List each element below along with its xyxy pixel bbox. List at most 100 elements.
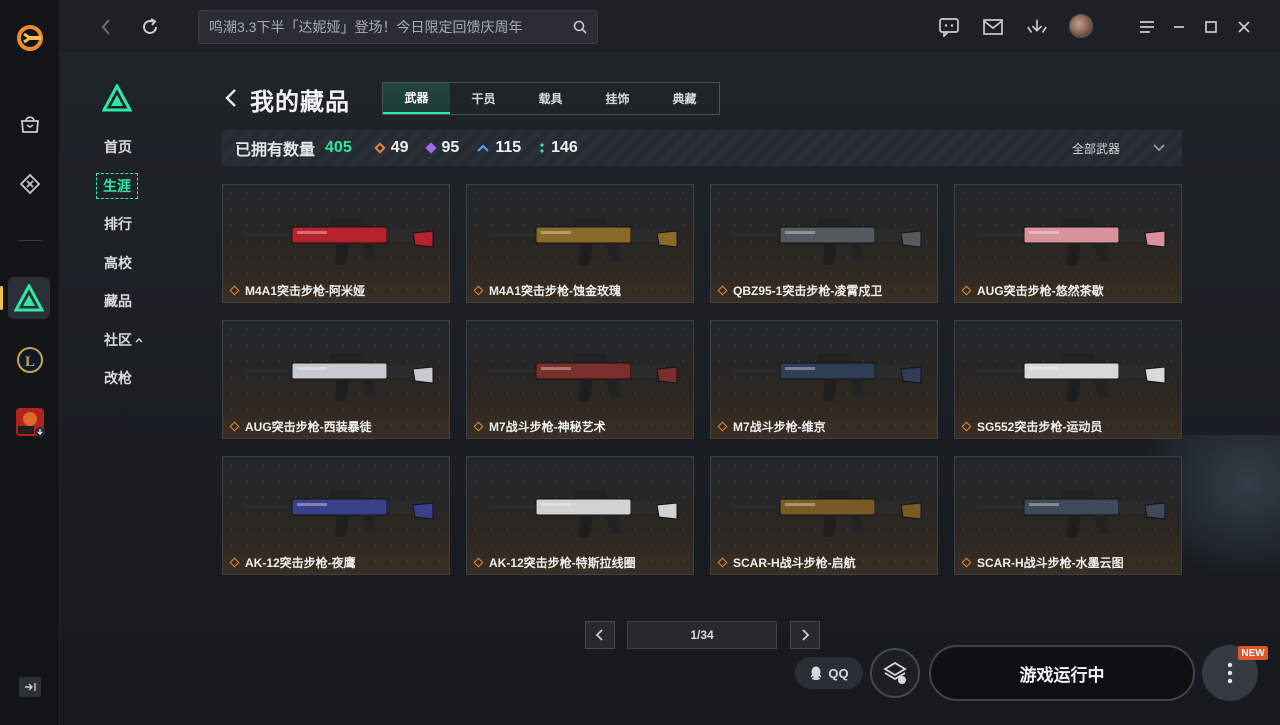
weapon-name: M4A1突击步枪-蚀金玫瑰 [489, 284, 622, 298]
weapon-image [733, 217, 922, 265]
weapon-image [977, 353, 1166, 401]
tab-weapons[interactable]: 武器 [383, 83, 450, 114]
weapon-name: SCAR-H战斗步枪-水墨云图 [977, 556, 1124, 570]
nav-item-home[interactable]: 首页 [96, 128, 156, 167]
delta-force-logo-icon [102, 84, 132, 112]
weapon-card[interactable]: SCAR-H战斗步枪-启航 [710, 456, 938, 575]
weapon-card[interactable]: AK-12突击步枪-夜鹰 [222, 456, 450, 575]
chevron-right-icon [802, 629, 810, 641]
mail-icon[interactable] [982, 16, 1004, 38]
chevron-down-icon[interactable] [1152, 140, 1166, 154]
back-arrow-icon[interactable] [222, 86, 242, 110]
weapon-name: SG552突击步枪-运动员 [977, 420, 1103, 434]
rarity-purple-count: 95 [424, 139, 459, 157]
accelerator-button[interactable] [870, 648, 920, 698]
rarity-orange-count: 49 [374, 139, 409, 157]
store-icon[interactable] [10, 104, 50, 144]
discover-icon[interactable] [10, 164, 50, 204]
next-page-button[interactable] [790, 621, 820, 649]
tab-operators[interactable]: 干员 [450, 83, 517, 114]
new-badge: NEW [1238, 646, 1268, 660]
minimize-icon[interactable] [1168, 16, 1190, 38]
qq-icon [810, 666, 822, 680]
rarity-blue-count: 115 [477, 139, 521, 157]
chevron-left-icon [595, 629, 603, 641]
game-nba-icon[interactable] [10, 402, 50, 442]
nav-item-college[interactable]: 高校 [96, 244, 156, 283]
weapon-card[interactable]: M4A1突击步枪-蚀金玫瑰 [466, 184, 694, 303]
weapon-card[interactable]: SG552突击步枪-运动员 [954, 320, 1182, 439]
weapon-card[interactable]: AK-12突击步枪-特斯拉线圈 [466, 456, 694, 575]
secondary-nav: 首页 生涯 排行 高校 藏品 社区 改枪 [96, 128, 156, 398]
search-icon[interactable] [573, 20, 587, 34]
stats-bar: 已拥有数量 405 49 95 115 146 全部武器 [222, 130, 1182, 166]
left-rail: L [0, 0, 60, 725]
owned-label: 已拥有数量 [235, 142, 316, 159]
top-bar: 鸣潮3.3下半「达妮娅」登场！今日限定回馈庆周年 [60, 0, 1280, 54]
close-icon[interactable] [1233, 16, 1255, 38]
qq-login-button[interactable]: QQ [795, 657, 863, 689]
game-delta-force-icon[interactable] [8, 277, 50, 319]
weapon-card[interactable]: AUG突击步枪-悠然茶歇 [954, 184, 1182, 303]
tab-collection[interactable]: 典藏 [651, 83, 718, 114]
nav-item-career[interactable]: 生涯 [96, 167, 156, 206]
rail-divider [18, 240, 42, 241]
refresh-icon[interactable] [138, 15, 162, 39]
qq-label: QQ [828, 665, 849, 681]
weapon-card[interactable]: M7战斗步枪-神秘艺术 [466, 320, 694, 439]
svg-text:L: L [25, 354, 35, 370]
page-indicator: 1/34 [627, 621, 777, 649]
weapon-name: QBZ95-1突击步枪-凌霄戍卫 [733, 284, 883, 298]
nav-item-collection[interactable]: 藏品 [96, 282, 156, 321]
nav-item-gunsmith[interactable]: 改枪 [96, 359, 156, 398]
weapon-name: AK-12突击步枪-特斯拉线圈 [489, 556, 636, 570]
chevron-blue-icon [477, 144, 490, 152]
back-nav-icon[interactable] [94, 15, 118, 39]
chat-icon[interactable] [938, 16, 960, 38]
weapon-name: M4A1突击步枪-阿米娅 [245, 284, 366, 298]
weapon-card[interactable]: M7战斗步枪-维京 [710, 320, 938, 439]
user-avatar[interactable] [1069, 14, 1093, 38]
weapon-name: AUG突击步枪-悠然茶歇 [977, 284, 1104, 298]
game-lol-icon[interactable]: L [10, 340, 50, 380]
maximize-icon[interactable] [1200, 16, 1222, 38]
nav-item-community[interactable]: 社区 [96, 321, 156, 360]
prev-page-button[interactable] [585, 621, 615, 649]
weapon-name: M7战斗步枪-维京 [733, 420, 826, 434]
weapon-image [733, 353, 922, 401]
diamond-purple-icon [424, 142, 437, 154]
weapon-name: AUG突击步枪-西装暴徒 [245, 420, 372, 434]
weapon-image [977, 489, 1166, 537]
nav-item-ranking[interactable]: 排行 [96, 205, 156, 244]
layers-icon [883, 661, 907, 684]
weapon-card[interactable]: AUG突击步枪-西装暴徒 [222, 320, 450, 439]
chevron-up-icon [135, 337, 143, 343]
tab-vehicles[interactable]: 载具 [517, 83, 584, 114]
search-bar[interactable]: 鸣潮3.3下半「达妮娅」登场！今日限定回馈庆周年 [198, 10, 598, 44]
category-tabs: 武器 干员 载具 挂饰 典藏 [382, 82, 720, 115]
weapon-image [489, 353, 678, 401]
search-input[interactable]: 鸣潮3.3下半「达妮娅」登场！今日限定回馈庆周年 [209, 17, 573, 37]
weapon-card[interactable]: M4A1突击步枪-阿米娅 [222, 184, 450, 303]
weapon-card[interactable]: SCAR-H战斗步枪-水墨云图 [954, 456, 1182, 575]
rarity-green-count: 146 [539, 139, 578, 157]
weapon-name: AK-12突击步枪-夜鹰 [245, 556, 356, 570]
weapon-image [489, 489, 678, 537]
more-vertical-icon [1227, 662, 1233, 684]
collapse-sidebar-icon[interactable] [19, 677, 41, 697]
tab-charms[interactable]: 挂饰 [584, 83, 651, 114]
weapon-card[interactable]: QBZ95-1突击步枪-凌霄戍卫 [710, 184, 938, 303]
weapon-filter-dropdown[interactable]: 全部武器 [1072, 140, 1120, 157]
owned-total: 405 [325, 139, 352, 156]
app-logo-icon[interactable] [14, 22, 46, 54]
menu-icon[interactable] [1136, 16, 1158, 38]
game-launch-button[interactable]: 游戏运行中 [929, 645, 1195, 701]
weapon-name: SCAR-H战斗步枪-启航 [733, 556, 856, 570]
weapon-image [245, 489, 434, 537]
weapon-image [489, 217, 678, 265]
diamond-orange-icon [374, 142, 386, 154]
dots-green-icon [540, 143, 544, 153]
download-icon[interactable] [1026, 16, 1048, 38]
weapon-name: M7战斗步枪-神秘艺术 [489, 420, 606, 434]
weapon-image [245, 217, 434, 265]
